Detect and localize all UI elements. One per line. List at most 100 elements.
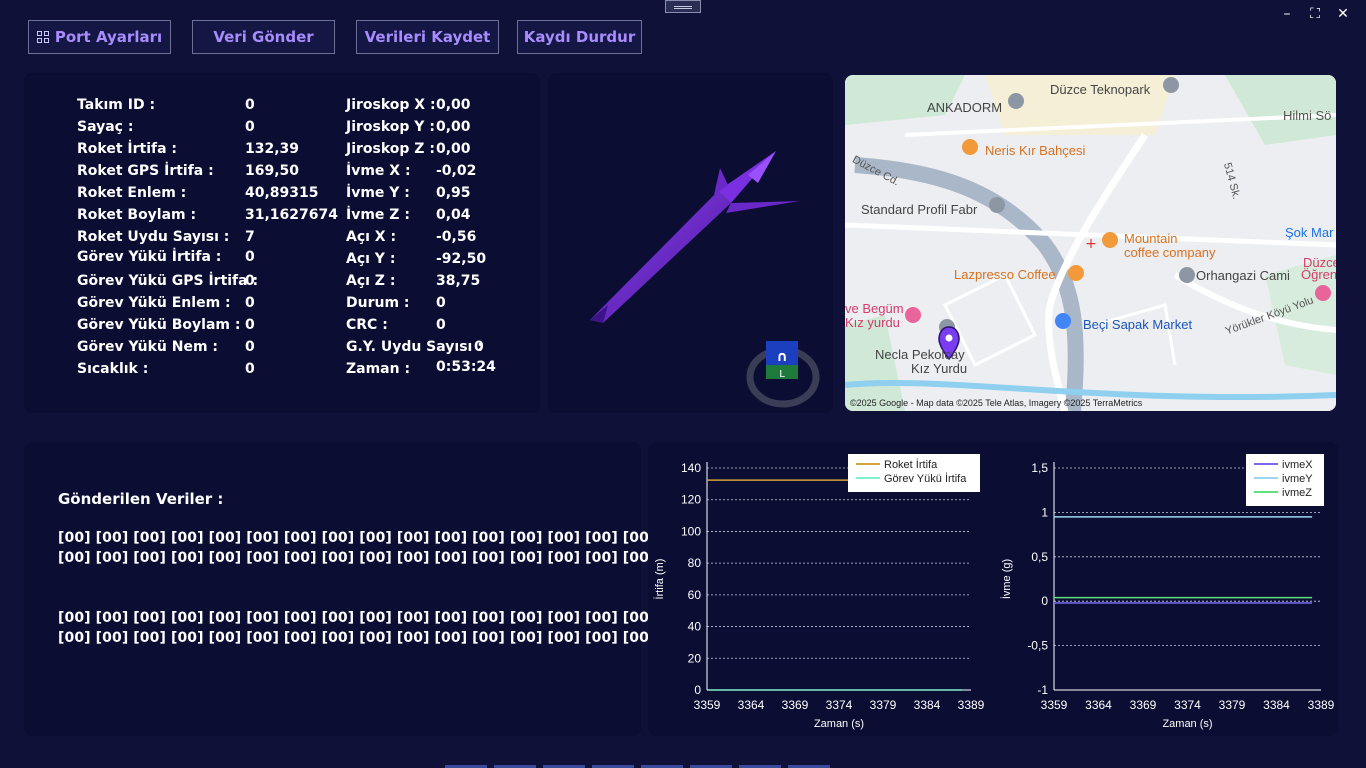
telemetry-label: Sıcaklık : <box>77 361 149 377</box>
rocket-3d-view: ∩ L <box>590 151 820 408</box>
x-tick-label: 3389 <box>958 698 985 712</box>
stop-recording-button[interactable]: Kaydı Durdur <box>517 20 642 54</box>
charts-canvas: 0 20 40 60 80 100 120 140 3359 3364 3369 3374 3379 33… <box>653 454 1335 730</box>
telemetry-label: Sayaç : <box>77 119 134 135</box>
telemetry-panel: Takım ID : 0 Sayaç : 0 Roket İrtifa : 132,39 R… <box>24 73 540 413</box>
close-icon[interactable]: ✕ <box>1334 6 1352 22</box>
telemetry-value: 0 <box>245 339 255 355</box>
map-place-label[interactable]: Şok Mar <box>1285 225 1333 240</box>
y-tick-label: 120 <box>681 493 701 507</box>
map-place-label[interactable]: Kız Yurdu <box>911 361 967 376</box>
legend-entry: ivmeZ <box>1282 487 1312 499</box>
telemetry-value: 0 <box>245 295 255 311</box>
map-place-label[interactable]: Düzce Teknopark <box>1050 82 1150 97</box>
telemetry-value: 0,00 <box>436 119 471 135</box>
telemetry-value: 0 <box>245 317 255 333</box>
x-tick-label: 3384 <box>1263 698 1290 712</box>
map-place-label[interactable]: Hilmi Sö <box>1283 108 1331 123</box>
telemetry-label: İvme Z : <box>346 207 410 223</box>
telemetry-label: Zaman : <box>346 361 411 377</box>
y-tick-label: 40 <box>688 620 702 634</box>
telemetry-value: 0 <box>245 97 255 113</box>
x-tick-label: 3389 <box>1308 698 1335 712</box>
legend-entry: ivmeX <box>1282 459 1313 471</box>
map-panel[interactable]: + Düzce Teknopark ANKADORM Hilmi Sö Neris K… <box>845 75 1336 411</box>
telemetry-value: 169,50 <box>245 163 300 179</box>
map-place-label[interactable]: ANKADORM <box>927 100 1002 115</box>
port-settings-button[interactable]: Port Ayarları <box>28 20 171 54</box>
svg-text:+: + <box>1085 236 1097 252</box>
x-tick-label: 3379 <box>870 698 897 712</box>
x-tick-label: 3379 <box>1219 698 1246 712</box>
telemetry-value: -0,56 <box>436 229 477 245</box>
x-tick-label: 3359 <box>694 698 721 712</box>
maximize-icon[interactable]: ⛶ <box>1306 6 1324 22</box>
svg-text:∩: ∩ <box>776 349 787 365</box>
map-attribution: ©2025 Google - Map data ©2025 Tele Atlas… <box>850 398 1143 408</box>
y-tick-label: 140 <box>681 461 701 475</box>
sent-data-line: [00] [00] [00] [00] [00] [00] [00] [00] … <box>58 630 656 646</box>
telemetry-value: 40,89315 <box>245 185 319 201</box>
telemetry-value: 38,75 <box>436 273 481 289</box>
stop-recording-label: Kaydı Durdur <box>523 28 636 46</box>
telemetry-value: 31,1627674 <box>245 207 338 223</box>
x-tick-label: 3384 <box>914 698 941 712</box>
telemetry-value: 7 <box>245 229 255 245</box>
map-place-label[interactable]: Necla Pekolcay <box>875 347 965 362</box>
y-tick-label: 0 <box>1041 594 1048 608</box>
telemetry-value: 0,04 <box>436 207 471 223</box>
map-place-label[interactable]: Lazpresso Coffee <box>954 267 1056 282</box>
sent-data-panel: Gönderilen Veriler : [00] [00] [00] [00]… <box>24 442 655 736</box>
telemetry-label: Durum : <box>346 295 410 311</box>
grid-icon <box>36 31 49 43</box>
legend-entry: Roket İrtifa <box>884 458 938 471</box>
telemetry-label: Görev Yükü İrtifa : <box>77 249 222 265</box>
telemetry-value: 0 <box>245 361 255 377</box>
telemetry-label: Jiroskop Y : <box>346 119 435 135</box>
map-place-label[interactable]: ve Begüm <box>845 301 904 316</box>
map-place-label[interactable]: Mountain <box>1124 231 1177 246</box>
svg-text:L: L <box>779 369 785 380</box>
map-place-label[interactable]: Orhangazi Cami <box>1196 268 1290 283</box>
telemetry-label: Roket Enlem : <box>77 185 187 201</box>
orientation-gizmo[interactable]: ∩ L <box>746 341 820 408</box>
save-data-label: Verileri Kaydet <box>364 28 491 46</box>
telemetry-label: Açı Y : <box>346 251 396 267</box>
telemetry-value: 0 <box>436 295 446 311</box>
telemetry-value: 0 <box>474 339 484 355</box>
window-drag-handle[interactable] <box>665 0 701 13</box>
minimize-icon[interactable]: – <box>1278 6 1296 22</box>
charts-panel: 0 20 40 60 80 100 120 140 3359 3364 3369 3374 3379 33… <box>648 442 1338 736</box>
telemetry-label: Roket GPS İrtifa : <box>77 163 214 179</box>
send-data-button[interactable]: Veri Gönder <box>192 20 335 54</box>
telemetry-label: Görev Yükü Boylam : <box>77 317 241 333</box>
x-axis-label: Zaman (s) <box>1162 718 1212 730</box>
save-data-button[interactable]: Verileri Kaydet <box>356 20 499 54</box>
telemetry-label: CRC : <box>346 317 388 333</box>
telemetry-label: Görev Yükü GPS İrtifa : <box>77 273 259 289</box>
map-place-label[interactable]: Beçi Sapak Market <box>1083 317 1192 332</box>
x-tick-label: 3369 <box>782 698 809 712</box>
legend-entry: ivmeY <box>1282 473 1313 485</box>
map-place-label[interactable]: Neris Kır Bahçesi <box>985 143 1085 158</box>
y-tick-label: 100 <box>681 524 701 538</box>
telemetry-label: Roket Uydu Sayısı : <box>77 229 230 245</box>
map-place-label[interactable]: Öğren <box>1301 267 1336 282</box>
telemetry-label: İvme Y : <box>346 185 410 201</box>
telemetry-value: -0,02 <box>436 163 477 179</box>
telemetry-value: 0,00 <box>436 97 471 113</box>
port-settings-label: Port Ayarları <box>54 28 163 46</box>
rocket-orientation-panel: ∩ L <box>548 73 833 413</box>
map-place-label[interactable]: Kız yurdu <box>845 315 900 330</box>
y-tick-label: -1 <box>1037 683 1048 697</box>
map-place-label[interactable]: Standard Profil Fabr <box>861 202 977 217</box>
y-tick-label: 1,5 <box>1031 461 1048 475</box>
x-tick-label: 3359 <box>1041 698 1068 712</box>
y-tick-label: 1 <box>1041 505 1048 519</box>
x-tick-label: 3374 <box>826 698 853 712</box>
telemetry-label: İvme X : <box>346 163 411 179</box>
telemetry-value: 0 <box>245 249 255 265</box>
legend-entry: Görev Yükü İrtifa <box>884 472 967 485</box>
telemetry-label: Jiroskop Z : <box>346 141 435 157</box>
map-place-label[interactable]: coffee company <box>1124 245 1216 260</box>
